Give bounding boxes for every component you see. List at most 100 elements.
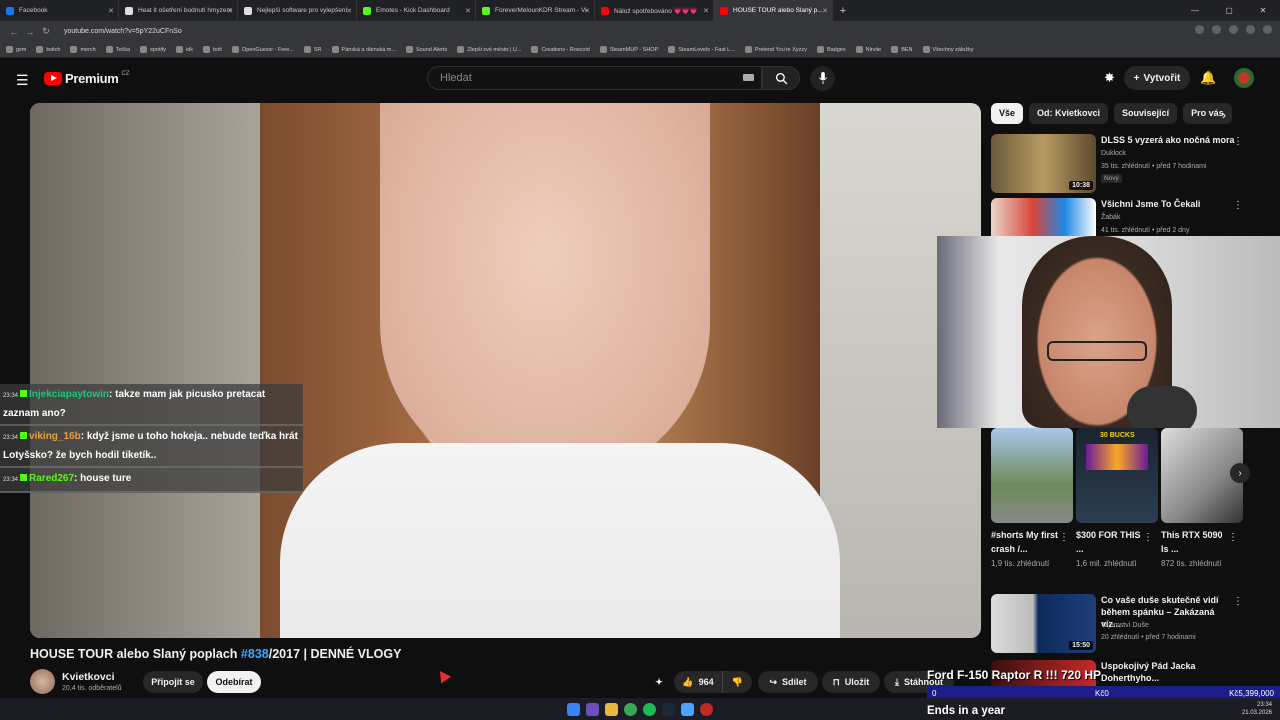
bookmark-item[interactable]: idk — [176, 46, 193, 53]
minimize-button[interactable]: — — [1178, 0, 1212, 21]
bookmark-item[interactable]: bolt — [203, 46, 222, 53]
bookmark-item[interactable]: spotify — [140, 46, 166, 53]
file-explorer-icon[interactable] — [605, 702, 618, 716]
share-button[interactable]: ↪ Sdílet — [758, 671, 818, 693]
spotify-icon[interactable] — [643, 702, 656, 716]
bookmark-item[interactable]: Pretend You're Xyzzy — [744, 46, 807, 53]
browser-tab[interactable]: Facebook ✕ — [0, 0, 119, 21]
browser-tab[interactable]: ForeverMelounKDR Stream - Vi ✕ — [476, 0, 595, 21]
more-options-icon[interactable]: ⋮ — [1233, 200, 1243, 211]
extension-icon[interactable] — [1246, 25, 1255, 34]
short-thumbnail[interactable] — [991, 428, 1073, 523]
menu-icon[interactable]: ☰ — [16, 72, 29, 89]
video-hashtag[interactable]: #838 — [241, 647, 269, 661]
user-avatar[interactable] — [1234, 68, 1254, 88]
browser-tab[interactable]: HOUSE TOUR alebo Slaný p... ✕ — [714, 0, 833, 21]
app-icon[interactable] — [700, 702, 713, 716]
recommendation-item[interactable]: 15:50 Co vaše duše skutečně vidí během s… — [991, 594, 1251, 654]
bookmark-item[interactable]: Všechny záložky — [922, 46, 973, 53]
close-tab-icon[interactable]: ✕ — [584, 7, 590, 15]
bookmark-item[interactable]: Sound Alerts — [405, 46, 447, 53]
close-tab-icon[interactable]: ✕ — [822, 7, 828, 15]
dislike-button[interactable]: 👎 — [722, 671, 752, 693]
more-options-icon[interactable]: ⋮ — [1228, 532, 1238, 543]
like-button[interactable]: 👍 964 — [674, 671, 722, 693]
bookmark-item[interactable]: SteamMUP - SHOP — [599, 46, 658, 53]
video-player[interactable] — [30, 103, 981, 638]
bookmark-item[interactable]: OpenGuessr - Free... — [231, 46, 294, 53]
filter-chip[interactable]: Od: Kvietkovci — [1029, 103, 1109, 124]
app-icon[interactable] — [681, 702, 694, 716]
video-thumbnail[interactable]: 15:50 — [991, 594, 1096, 653]
extension-icon[interactable] — [1212, 25, 1221, 34]
recommendation-item[interactable]: 10:38 DLSS 5 vyzerá ako nočná mora Duklo… — [991, 134, 1251, 194]
browser-tab[interactable]: Nejlepší software pro vylepšení ✕ — [238, 0, 357, 21]
bookmark-item[interactable]: Creations - Roscoid — [531, 46, 590, 53]
close-tab-icon[interactable]: ✕ — [465, 7, 471, 15]
channel-avatar[interactable] — [30, 669, 55, 694]
more-options-icon[interactable]: ⋮ — [1233, 136, 1243, 147]
video-thumbnail[interactable]: 10:38 — [991, 134, 1096, 193]
close-tab-icon[interactable]: ✕ — [108, 7, 114, 15]
close-tab-icon[interactable]: ✕ — [703, 7, 709, 15]
steam-icon[interactable] — [662, 702, 675, 716]
maximize-button[interactable]: ▢ — [1212, 0, 1246, 21]
start-icon[interactable] — [567, 702, 580, 716]
recommendation-title[interactable]: Všichni Jsme To Čekali — [1101, 198, 1236, 210]
more-options-icon[interactable]: ⋮ — [1059, 532, 1069, 543]
bookmark-item[interactable]: Zlepši své město | U... — [457, 46, 521, 53]
bookmark-item[interactable]: SteamLevels - Fast L... — [668, 46, 735, 53]
shorts-next-button[interactable]: › — [1230, 463, 1250, 483]
recommendation-channel[interactable]: Žabák — [1101, 213, 1241, 223]
bookmark-item[interactable]: Tečka — [105, 46, 130, 53]
gamepad-icon[interactable]: ✸ — [1104, 70, 1115, 86]
chevron-right-icon[interactable]: › — [1222, 108, 1226, 122]
browser-tab[interactable]: Heat it ošetření bodnutí hmyzem ✕ — [119, 0, 238, 21]
recommendation-title[interactable]: Uspokojivý Pád Jacka Doherthyho... — [1101, 660, 1236, 684]
short-title[interactable]: $300 FOR THIS ... — [1076, 528, 1144, 556]
short-thumbnail[interactable]: 30 BUCKS — [1076, 428, 1158, 523]
save-button[interactable]: ⊓ Uložit — [822, 671, 880, 693]
keyboard-icon[interactable] — [743, 74, 754, 81]
new-tab-button[interactable]: + — [833, 5, 853, 17]
system-tray-clock[interactable]: 23:34 21.03.2026 — [1242, 701, 1272, 717]
close-window-button[interactable]: ✕ — [1246, 0, 1280, 21]
create-button[interactable]: + Vytvořit — [1124, 66, 1190, 90]
search-input[interactable]: Hledat — [427, 66, 762, 90]
bookmark-item[interactable]: twitch — [36, 46, 60, 53]
url-field[interactable]: youtube.com/watch?v=5pY22uCFnSo — [64, 28, 182, 35]
extension-icon[interactable] — [1195, 25, 1204, 34]
recommendation-channel[interactable]: Tajemství Duše — [1101, 621, 1241, 631]
close-tab-icon[interactable]: ✕ — [227, 7, 233, 15]
more-options-icon[interactable]: ⋮ — [1143, 532, 1153, 543]
extension-icon[interactable] — [1229, 25, 1238, 34]
subscribe-button[interactable]: Odebírat — [207, 671, 261, 693]
more-options-icon[interactable]: ⋮ — [1233, 596, 1243, 607]
short-title[interactable]: #shorts My first crash /... — [991, 528, 1059, 556]
short-title[interactable]: This RTX 5090 Is ... — [1161, 528, 1229, 556]
recommendation-channel[interactable]: Duklock — [1101, 149, 1241, 159]
browser-tab[interactable]: Náloź spotřebováno 💗💗💗 ✕ — [595, 0, 714, 21]
bookmark-item[interactable]: Nirvite — [855, 46, 881, 53]
search-button[interactable] — [762, 66, 800, 90]
reload-icon[interactable]: ↻ — [38, 26, 54, 37]
bookmark-item[interactable]: Pánská a dámská m... — [331, 46, 396, 53]
bookmark-item[interactable]: BEN — [891, 46, 913, 53]
close-tab-icon[interactable]: ✕ — [346, 7, 352, 15]
recommendation-title[interactable]: DLSS 5 vyzerá ako nočná mora — [1101, 134, 1236, 146]
bookmark-item[interactable]: merch — [70, 46, 96, 53]
youtube-logo[interactable]: Premium CZ — [44, 71, 130, 86]
join-button[interactable]: Připojit se — [143, 671, 203, 693]
chrome-icon[interactable] — [624, 702, 637, 716]
copilot-icon[interactable] — [586, 702, 599, 716]
bookmark-item[interactable]: gsm — [6, 46, 26, 53]
filter-chip[interactable]: Související — [1114, 103, 1178, 124]
voice-search-button[interactable] — [810, 66, 835, 91]
browser-tab[interactable]: Emotes - Kick Dashboard ✕ — [357, 0, 476, 21]
bookmark-item[interactable]: SR — [303, 46, 322, 53]
bookmark-item[interactable]: Badges — [816, 46, 846, 53]
forward-icon[interactable]: → — [22, 27, 38, 37]
filter-chip[interactable]: Vše — [991, 103, 1024, 124]
notifications-bell-icon[interactable]: 🔔 — [1200, 70, 1216, 86]
back-icon[interactable]: ← — [6, 27, 22, 37]
